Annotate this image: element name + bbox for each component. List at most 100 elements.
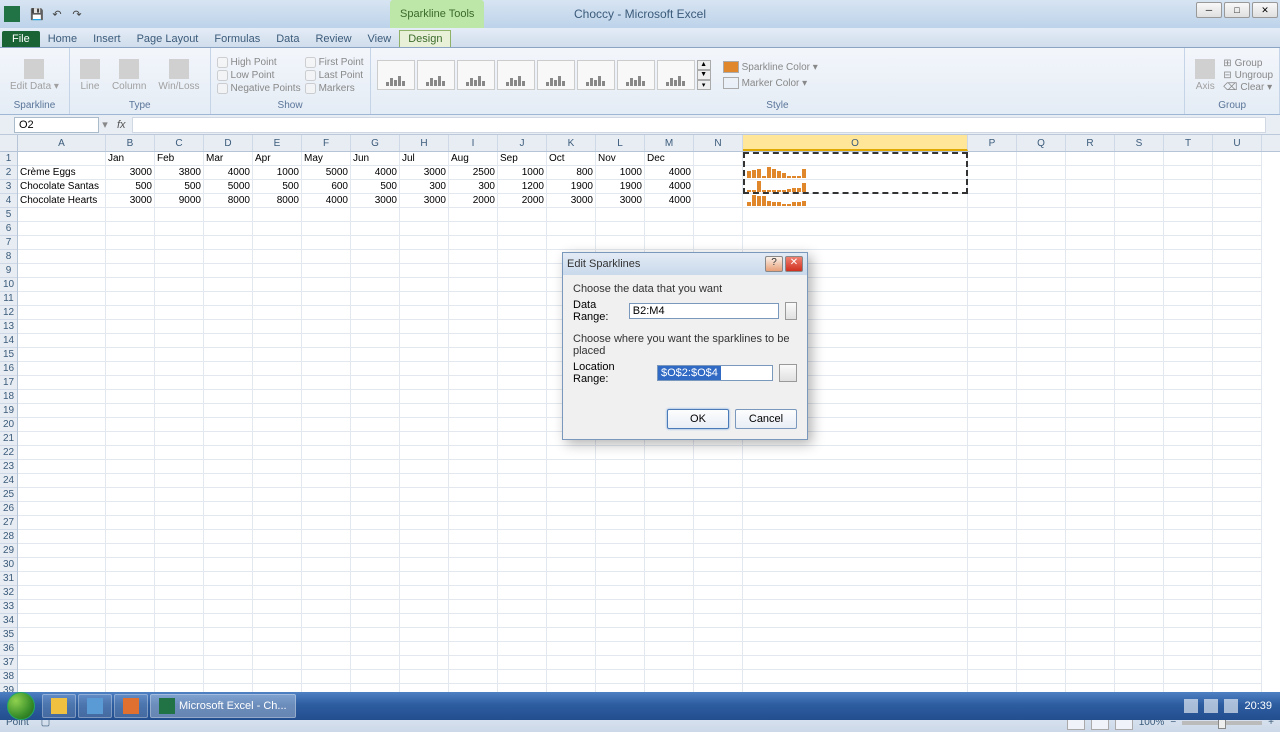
row-header-15[interactable]: 15: [0, 348, 17, 362]
row-header-36[interactable]: 36: [0, 642, 17, 656]
col-header-A[interactable]: A: [18, 135, 106, 151]
row-header-4[interactable]: 4: [0, 194, 17, 208]
col-header-P[interactable]: P: [968, 135, 1017, 151]
marker-color-button[interactable]: Marker Color ▾: [723, 76, 818, 90]
row-header-32[interactable]: 32: [0, 586, 17, 600]
row-header-24[interactable]: 24: [0, 474, 17, 488]
data-range-input[interactable]: [629, 303, 779, 319]
first-point-checkbox[interactable]: First Point: [305, 57, 364, 68]
row-header-22[interactable]: 22: [0, 446, 17, 460]
zoom-slider[interactable]: [1182, 721, 1262, 725]
row-header-38[interactable]: 38: [0, 670, 17, 684]
col-header-U[interactable]: U: [1213, 135, 1262, 151]
taskbar-excel[interactable]: Microsoft Excel - Ch...: [150, 694, 296, 718]
row-header-21[interactable]: 21: [0, 432, 17, 446]
taskbar-explorer[interactable]: [42, 694, 76, 718]
row-header-17[interactable]: 17: [0, 376, 17, 390]
group-button[interactable]: ⊞Group: [1223, 58, 1273, 69]
tray-volume-icon[interactable]: [1224, 699, 1238, 713]
gallery-more-button[interactable]: ▾: [697, 80, 711, 90]
col-header-Q[interactable]: Q: [1017, 135, 1066, 151]
row-header-37[interactable]: 37: [0, 656, 17, 670]
col-header-H[interactable]: H: [400, 135, 449, 151]
tab-data[interactable]: Data: [268, 31, 307, 47]
axis-button[interactable]: Axis: [1191, 57, 1219, 94]
taskbar-item-2[interactable]: [78, 694, 112, 718]
fx-icon[interactable]: fx: [111, 119, 132, 131]
row-header-33[interactable]: 33: [0, 600, 17, 614]
gallery-up-button[interactable]: ▲: [697, 60, 711, 70]
col-header-F[interactable]: F: [302, 135, 351, 151]
tab-formulas[interactable]: Formulas: [206, 31, 268, 47]
col-header-S[interactable]: S: [1115, 135, 1164, 151]
row-header-3[interactable]: 3: [0, 180, 17, 194]
minimize-button[interactable]: ─: [1196, 2, 1222, 18]
dialog-help-button[interactable]: ?: [765, 256, 783, 272]
tray-network-icon[interactable]: [1204, 699, 1218, 713]
row-header-1[interactable]: 1: [0, 152, 17, 166]
col-header-L[interactable]: L: [596, 135, 645, 151]
tab-page-layout[interactable]: Page Layout: [129, 31, 207, 47]
last-point-checkbox[interactable]: Last Point: [305, 70, 364, 81]
row-header-25[interactable]: 25: [0, 488, 17, 502]
row-header-34[interactable]: 34: [0, 614, 17, 628]
col-header-R[interactable]: R: [1066, 135, 1115, 151]
col-header-G[interactable]: G: [351, 135, 400, 151]
close-button[interactable]: ✕: [1252, 2, 1278, 18]
row-header-6[interactable]: 6: [0, 222, 17, 236]
sparkline-color-button[interactable]: Sparkline Color ▾: [723, 60, 818, 74]
type-winloss-button[interactable]: Win/Loss: [154, 57, 203, 94]
row-header-20[interactable]: 20: [0, 418, 17, 432]
location-range-input[interactable]: $O$2:$O$4: [658, 366, 721, 380]
taskbar-item-3[interactable]: [114, 694, 148, 718]
high-point-checkbox[interactable]: High Point: [217, 57, 301, 68]
data-range-selector-button[interactable]: [785, 302, 797, 320]
row-header-9[interactable]: 9: [0, 264, 17, 278]
qat-save-icon[interactable]: 💾: [28, 5, 46, 23]
row-header-10[interactable]: 10: [0, 278, 17, 292]
col-header-B[interactable]: B: [106, 135, 155, 151]
tab-review[interactable]: Review: [307, 31, 359, 47]
row-header-31[interactable]: 31: [0, 572, 17, 586]
col-header-O[interactable]: O: [743, 135, 968, 151]
ungroup-button[interactable]: ⊟Ungroup: [1223, 70, 1273, 81]
markers-checkbox[interactable]: Markers: [305, 83, 364, 94]
row-header-14[interactable]: 14: [0, 334, 17, 348]
formula-input[interactable]: [132, 117, 1266, 133]
row-header-13[interactable]: 13: [0, 320, 17, 334]
style-gallery[interactable]: ▲ ▼ ▾: [377, 60, 711, 90]
row-header-30[interactable]: 30: [0, 558, 17, 572]
location-range-selector-button[interactable]: [779, 364, 797, 382]
col-header-C[interactable]: C: [155, 135, 204, 151]
edit-data-button[interactable]: Edit Data ▾: [6, 57, 63, 94]
col-header-K[interactable]: K: [547, 135, 596, 151]
file-tab[interactable]: File: [2, 31, 40, 47]
col-header-I[interactable]: I: [449, 135, 498, 151]
row-header-18[interactable]: 18: [0, 390, 17, 404]
col-header-M[interactable]: M: [645, 135, 694, 151]
row-header-23[interactable]: 23: [0, 460, 17, 474]
tab-insert[interactable]: Insert: [85, 31, 129, 47]
tab-view[interactable]: View: [360, 31, 400, 47]
row-header-11[interactable]: 11: [0, 292, 17, 306]
row-header-28[interactable]: 28: [0, 530, 17, 544]
qat-undo-icon[interactable]: ↶: [48, 5, 66, 23]
cancel-button[interactable]: Cancel: [735, 409, 797, 429]
dialog-close-button[interactable]: ✕: [785, 256, 803, 272]
col-header-N[interactable]: N: [694, 135, 743, 151]
tab-design[interactable]: Design: [399, 30, 451, 47]
tab-home[interactable]: Home: [40, 31, 85, 47]
start-button[interactable]: [2, 692, 40, 720]
maximize-button[interactable]: □: [1224, 2, 1250, 18]
low-point-checkbox[interactable]: Low Point: [217, 70, 301, 81]
row-header-27[interactable]: 27: [0, 516, 17, 530]
row-header-19[interactable]: 19: [0, 404, 17, 418]
row-header-26[interactable]: 26: [0, 502, 17, 516]
row-header-8[interactable]: 8: [0, 250, 17, 264]
ok-button[interactable]: OK: [667, 409, 729, 429]
row-header-5[interactable]: 5: [0, 208, 17, 222]
col-header-D[interactable]: D: [204, 135, 253, 151]
row-header-29[interactable]: 29: [0, 544, 17, 558]
tray-flag-icon[interactable]: [1184, 699, 1198, 713]
name-box[interactable]: O2: [14, 117, 99, 133]
